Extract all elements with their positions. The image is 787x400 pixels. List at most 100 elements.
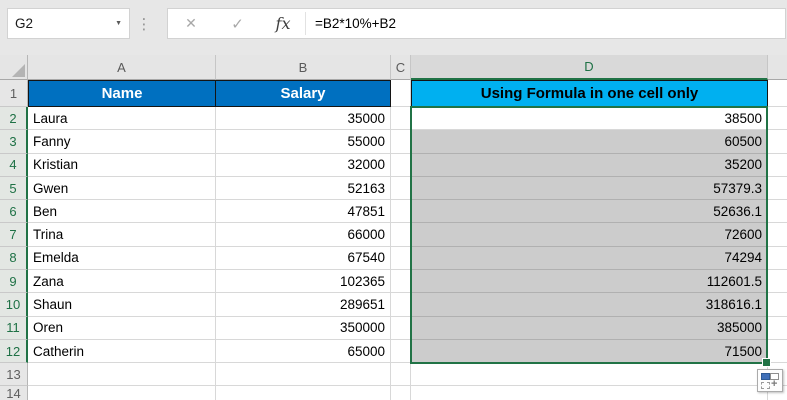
cell-result[interactable]: 60500 bbox=[411, 130, 768, 154]
cell-empty-c[interactable] bbox=[391, 270, 411, 294]
cell-name[interactable]: Laura bbox=[28, 107, 216, 131]
cell-empty-d[interactable] bbox=[411, 363, 768, 387]
cell-name[interactable]: Shaun bbox=[28, 293, 216, 317]
row-header-3[interactable]: 3 bbox=[0, 130, 28, 154]
cell-empty-c[interactable] bbox=[391, 386, 411, 400]
fill-handle[interactable] bbox=[762, 358, 771, 367]
column-header-c[interactable]: C bbox=[391, 55, 411, 80]
cell-salary[interactable]: 32000 bbox=[216, 153, 391, 177]
name-box-dropdown-icon[interactable]: ▼ bbox=[115, 9, 122, 38]
cell-empty-e[interactable] bbox=[768, 293, 787, 317]
cell-empty-c[interactable] bbox=[391, 153, 411, 177]
cell-e1[interactable] bbox=[768, 80, 787, 107]
cell-salary[interactable]: 55000 bbox=[216, 130, 391, 154]
formula-bar-more-icon[interactable]: ⋮ bbox=[137, 8, 152, 39]
column-header-d[interactable]: D bbox=[411, 55, 768, 80]
autofill-options-button[interactable]: + bbox=[757, 369, 783, 392]
cell-empty-b[interactable] bbox=[216, 363, 391, 387]
cell-name[interactable]: Fanny bbox=[28, 130, 216, 154]
cell-empty-c[interactable] bbox=[391, 363, 411, 387]
column-header-a[interactable]: A bbox=[28, 55, 216, 80]
cell-result[interactable]: 72600 bbox=[411, 223, 768, 247]
cell-empty-b[interactable] bbox=[216, 386, 391, 400]
cell-empty-c[interactable] bbox=[391, 107, 411, 131]
cancel-icon[interactable]: ✕ bbox=[168, 9, 214, 38]
cell-name[interactable]: Kristian bbox=[28, 153, 216, 177]
cell-empty-c[interactable] bbox=[391, 223, 411, 247]
cell-empty-c[interactable] bbox=[391, 200, 411, 224]
cell-c1[interactable] bbox=[391, 80, 411, 107]
cell-name[interactable]: Trina bbox=[28, 223, 216, 247]
row-header-11[interactable]: 11 bbox=[0, 316, 28, 340]
formula-bar-divider bbox=[305, 12, 306, 35]
row-header-4[interactable]: 4 bbox=[0, 153, 28, 177]
cell-salary[interactable]: 289651 bbox=[216, 293, 391, 317]
cell-result[interactable]: 74294 bbox=[411, 246, 768, 271]
cell-salary[interactable]: 47851 bbox=[216, 200, 391, 224]
cell-result[interactable]: 385000 bbox=[411, 316, 768, 340]
cell-result[interactable]: 318616.1 bbox=[411, 293, 768, 317]
row-header-5[interactable]: 5 bbox=[0, 176, 28, 201]
cell-name[interactable]: Zana bbox=[28, 270, 216, 294]
cell-d1-formula-header[interactable]: Using Formula in one cell only bbox=[411, 80, 768, 107]
formula-input[interactable]: =B2*10%+B2 bbox=[315, 16, 396, 31]
cell-empty-e[interactable] bbox=[768, 316, 787, 340]
cell-empty-c[interactable] bbox=[391, 246, 411, 271]
cell-empty-e[interactable] bbox=[768, 270, 787, 294]
cell-empty-c[interactable] bbox=[391, 316, 411, 340]
cell-name[interactable]: Gwen bbox=[28, 176, 216, 201]
cell-result[interactable]: 71500 bbox=[411, 339, 768, 364]
column-header-b[interactable]: B bbox=[216, 55, 391, 80]
cell-empty-e[interactable] bbox=[768, 200, 787, 224]
cell-empty-e[interactable] bbox=[768, 176, 787, 201]
row-header-12[interactable]: 12 bbox=[0, 339, 28, 364]
cell-empty-e[interactable] bbox=[768, 153, 787, 177]
cell-empty-e[interactable] bbox=[768, 130, 787, 154]
cell-name[interactable]: Emelda bbox=[28, 246, 216, 271]
cell-salary[interactable]: 35000 bbox=[216, 107, 391, 131]
select-all-corner[interactable] bbox=[0, 55, 28, 80]
cell-empty-a[interactable] bbox=[28, 363, 216, 387]
excel-window: G2 ▼ ⋮ ✕ ✓ fx =B2*10%+B2 A B C D 1 Name … bbox=[0, 0, 787, 400]
cell-salary[interactable]: 67540 bbox=[216, 246, 391, 271]
cell-result[interactable]: 35200 bbox=[411, 153, 768, 177]
cell-name[interactable]: Oren bbox=[28, 316, 216, 340]
cell-result[interactable]: 38500 bbox=[411, 107, 768, 131]
name-box[interactable]: G2 ▼ bbox=[7, 8, 130, 39]
cell-name[interactable]: Ben bbox=[28, 200, 216, 224]
cell-empty-a[interactable] bbox=[28, 386, 216, 400]
cell-salary[interactable]: 350000 bbox=[216, 316, 391, 340]
enter-icon[interactable]: ✓ bbox=[214, 9, 261, 38]
cell-empty-d[interactable] bbox=[411, 386, 768, 400]
column-header-partial[interactable] bbox=[768, 55, 787, 80]
cell-empty-c[interactable] bbox=[391, 130, 411, 154]
cell-b1-salary-header[interactable]: Salary bbox=[216, 80, 391, 107]
cell-empty-c[interactable] bbox=[391, 293, 411, 317]
row-header-8[interactable]: 8 bbox=[0, 246, 28, 271]
cell-result[interactable]: 112601.5 bbox=[411, 270, 768, 294]
cell-empty-e[interactable] bbox=[768, 107, 787, 131]
cell-a1-name-header[interactable]: Name bbox=[28, 80, 216, 107]
insert-function-icon[interactable]: fx bbox=[261, 9, 305, 38]
row-header-14[interactable]: 14 bbox=[0, 386, 28, 400]
cell-result[interactable]: 57379.3 bbox=[411, 176, 768, 201]
row-header-9[interactable]: 9 bbox=[0, 270, 28, 294]
cell-empty-e[interactable] bbox=[768, 223, 787, 247]
cell-salary[interactable]: 65000 bbox=[216, 339, 391, 364]
cell-name[interactable]: Catherin bbox=[28, 339, 216, 364]
row-header-2[interactable]: 2 bbox=[0, 107, 28, 131]
row-header-10[interactable]: 10 bbox=[0, 293, 28, 317]
cell-empty-c[interactable] bbox=[391, 339, 411, 364]
row-header-7[interactable]: 7 bbox=[0, 223, 28, 247]
cell-salary[interactable]: 52163 bbox=[216, 176, 391, 201]
autofill-icon-filled-rect bbox=[761, 373, 770, 380]
sheet-grid: A B C D 1 Name Salary Using Formula in o… bbox=[0, 55, 787, 400]
cell-result[interactable]: 52636.1 bbox=[411, 200, 768, 224]
cell-empty-c[interactable] bbox=[391, 176, 411, 201]
cell-salary[interactable]: 102365 bbox=[216, 270, 391, 294]
cell-empty-e[interactable] bbox=[768, 246, 787, 271]
row-header-13[interactable]: 13 bbox=[0, 363, 28, 387]
cell-salary[interactable]: 66000 bbox=[216, 223, 391, 247]
row-header-6[interactable]: 6 bbox=[0, 200, 28, 224]
row-header-1[interactable]: 1 bbox=[0, 80, 28, 107]
